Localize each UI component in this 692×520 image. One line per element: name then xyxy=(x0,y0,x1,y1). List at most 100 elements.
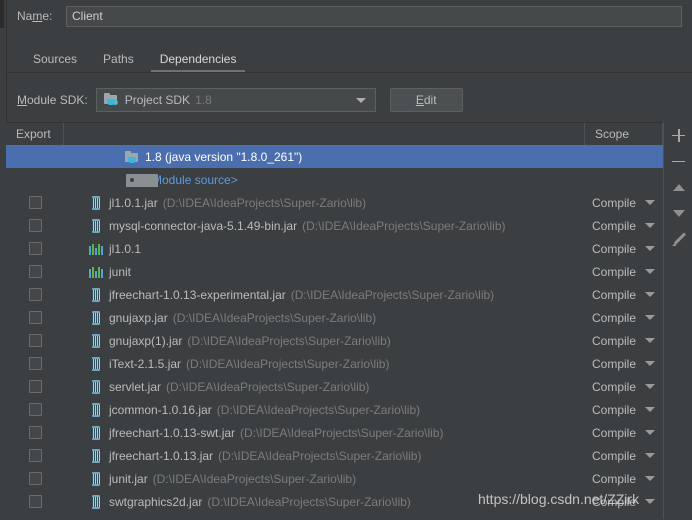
scope-value: Compile xyxy=(591,448,636,463)
jar-icon xyxy=(88,402,104,418)
table-row[interactable]: mysql-connector-java-5.1.49-bin.jar (D:\I… xyxy=(6,214,663,237)
scope-cell[interactable]: Compile xyxy=(564,196,663,210)
library-icon xyxy=(88,241,104,257)
export-cell xyxy=(6,357,64,370)
scope-cell[interactable]: Compile xyxy=(564,357,663,371)
column-header-export[interactable]: Export xyxy=(6,123,64,145)
export-checkbox[interactable] xyxy=(28,449,42,462)
scope-value: Compile xyxy=(591,425,636,440)
table-row[interactable]: gnujaxp(1).jar (D:\IDEA\IdeaProjects\Supe… xyxy=(6,329,663,352)
plus-icon xyxy=(672,128,685,142)
add-dependency-button[interactable] xyxy=(664,122,692,148)
module-name-input[interactable] xyxy=(66,5,682,27)
edit-dependency-button[interactable] xyxy=(664,226,692,252)
table-row[interactable]: jfreechart-1.0.13.jar (D:\IDEA\IdeaProjec… xyxy=(6,444,663,467)
table-row[interactable]: junit Compile xyxy=(6,260,663,283)
table-row[interactable]: <Module source> xyxy=(6,168,663,191)
export-checkbox[interactable] xyxy=(28,426,42,439)
chevron-down-icon xyxy=(645,223,655,228)
module-sdk-select[interactable]: Project SDK 1.8 xyxy=(95,88,376,112)
export-checkbox[interactable] xyxy=(28,311,42,324)
export-checkbox[interactable] xyxy=(28,265,42,278)
minus-icon xyxy=(672,155,685,168)
dependency-name: swtgraphics2d.jar xyxy=(109,494,203,509)
scope-cell[interactable]: Compile xyxy=(564,242,663,256)
module-name-label: Name: xyxy=(17,9,64,23)
export-checkbox[interactable] xyxy=(28,219,42,232)
column-header-scope[interactable]: Scope xyxy=(585,123,663,145)
dependency-path: (D:\IDEA\IdeaProjects\Super-Zario\lib) xyxy=(290,287,495,302)
tab-dependencies[interactable]: Dependencies xyxy=(147,49,250,73)
dependency-name: gnujaxp.jar xyxy=(109,310,168,325)
edit-sdk-button[interactable]: Edit xyxy=(389,88,463,112)
export-checkbox[interactable] xyxy=(28,334,42,347)
module-source-icon xyxy=(124,172,158,188)
export-cell xyxy=(6,380,64,393)
dependencies-toolbar xyxy=(663,122,692,519)
tab-sources[interactable]: Sources xyxy=(20,49,90,73)
dependency-name: gnujaxp(1).jar xyxy=(109,333,183,348)
table-row[interactable]: jl1.0.1.jar (D:\IDEA\IdeaProjects\Super-Z… xyxy=(6,191,663,214)
sdk-folder-java-icon xyxy=(103,92,119,108)
export-cell xyxy=(6,288,64,301)
scope-cell[interactable]: Compile xyxy=(564,380,663,394)
dependency-name-cell: jl1.0.1.jar (D:\IDEA\IdeaProjects\Super-Z… xyxy=(64,195,564,211)
name-label-post: e: xyxy=(42,9,53,23)
module-name-row: Name: xyxy=(0,0,692,32)
table-row[interactable]: gnujaxp.jar (D:\IDEA\IdeaProjects\Super-Z… xyxy=(6,306,663,329)
table-row[interactable]: swtgraphics2d.jar (D:\IDEA\IdeaProjects\S… xyxy=(6,490,663,513)
remove-dependency-button[interactable] xyxy=(664,148,692,174)
export-checkbox[interactable] xyxy=(28,403,42,416)
scope-cell[interactable]: Compile xyxy=(564,265,663,279)
table-row[interactable]: iText-2.1.5.jar (D:\IDEA\IdeaProjects\Sup… xyxy=(6,352,663,375)
tab-dependencies-label: Dependencies xyxy=(159,52,237,66)
dependency-name: junit.jar xyxy=(109,471,148,486)
dependency-name-cell: jfreechart-1.0.13-swt.jar (D:\IDEA\IdeaPr… xyxy=(64,425,564,441)
export-checkbox[interactable] xyxy=(28,380,42,393)
export-cell xyxy=(6,242,64,255)
move-down-button[interactable] xyxy=(664,200,692,226)
export-cell xyxy=(6,334,64,347)
scope-cell[interactable]: Compile xyxy=(564,449,663,463)
scope-cell[interactable]: Compile xyxy=(564,426,663,440)
sdk-folder-java-icon xyxy=(124,149,140,165)
table-row[interactable]: jl1.0.1 Compile xyxy=(6,237,663,260)
table-row[interactable]: 1.8 (java version "1.8.0_261") xyxy=(6,145,663,168)
export-checkbox[interactable] xyxy=(28,242,42,255)
dependency-name: jl1.0.1.jar xyxy=(109,195,158,210)
scope-cell[interactable]: Compile xyxy=(564,334,663,348)
jar-icon xyxy=(88,287,104,303)
export-checkbox[interactable] xyxy=(28,288,42,301)
scope-cell[interactable]: Compile xyxy=(564,495,663,509)
column-header-name[interactable] xyxy=(64,123,585,145)
chevron-down-icon xyxy=(645,246,655,251)
dependency-path: (D:\IDEA\IdeaProjects\Super-Zario\lib) xyxy=(166,379,370,394)
table-row[interactable]: servlet.jar (D:\IDEA\IdeaProjects\Super-Z… xyxy=(6,375,663,398)
export-checkbox[interactable] xyxy=(28,472,42,485)
move-up-button[interactable] xyxy=(664,174,692,200)
dependencies-table-body: 1.8 (java version "1.8.0_261") <Module so… xyxy=(6,145,663,520)
chevron-down-icon xyxy=(645,338,655,343)
jar-icon xyxy=(88,356,104,372)
dependency-name: jcommon-1.0.16.jar xyxy=(109,402,212,417)
scope-cell[interactable]: Compile xyxy=(564,288,663,302)
export-checkbox[interactable] xyxy=(28,495,42,508)
export-checkbox[interactable] xyxy=(28,357,42,370)
dependency-name-cell: swtgraphics2d.jar (D:\IDEA\IdeaProjects\S… xyxy=(64,494,564,510)
dependency-name-cell: jl1.0.1 xyxy=(64,241,564,257)
chevron-down-icon xyxy=(645,315,655,320)
scope-cell[interactable]: Compile xyxy=(564,403,663,417)
table-row[interactable]: jcommon-1.0.16.jar (D:\IDEA\IdeaProjects\… xyxy=(6,398,663,421)
scope-cell[interactable]: Compile xyxy=(564,219,663,233)
export-cell xyxy=(6,196,64,209)
tab-paths[interactable]: Paths xyxy=(90,49,147,73)
table-row[interactable]: jfreechart-1.0.13-swt.jar (D:\IDEA\IdeaPr… xyxy=(6,421,663,444)
export-cell xyxy=(6,219,64,232)
scope-cell[interactable]: Compile xyxy=(564,311,663,325)
export-checkbox[interactable] xyxy=(28,196,42,209)
jar-icon xyxy=(88,333,104,349)
chevron-down-icon xyxy=(645,453,655,458)
table-row[interactable]: junit.jar (D:\IDEA\IdeaProjects\Super-Zar… xyxy=(6,467,663,490)
table-row[interactable]: jfreechart-1.0.13-experimental.jar (D:\ID… xyxy=(6,283,663,306)
scope-cell[interactable]: Compile xyxy=(564,472,663,486)
